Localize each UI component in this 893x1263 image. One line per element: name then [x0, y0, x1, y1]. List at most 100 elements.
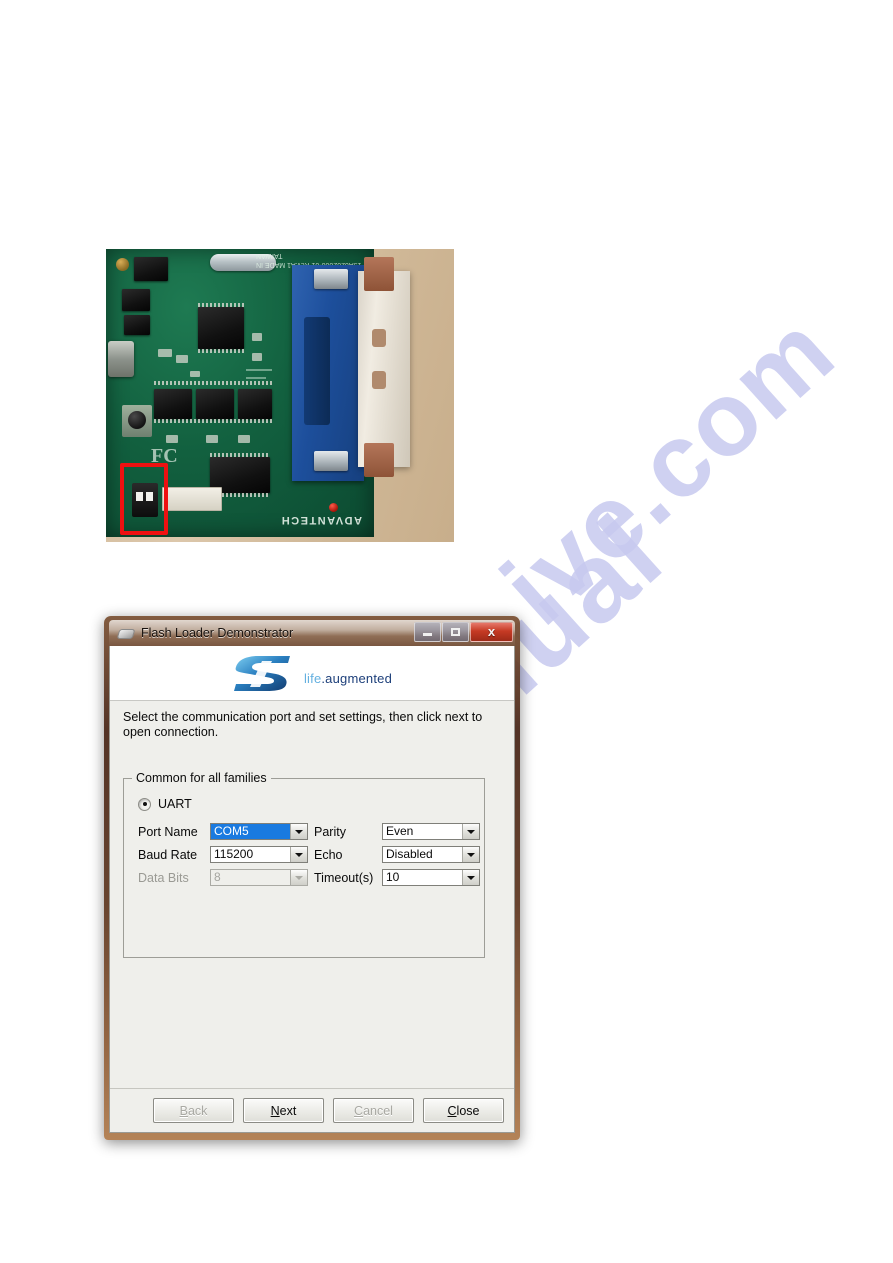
mounting-screw: [116, 258, 129, 271]
smd-pad: [252, 333, 262, 341]
chip-pins: [198, 349, 244, 353]
minimize-button[interactable]: [414, 621, 441, 642]
window-titlebar[interactable]: Flash Loader Demonstrator x: [109, 620, 515, 646]
shell-hole: [372, 371, 386, 389]
uart-radio-row[interactable]: UART: [138, 797, 192, 811]
port-name-label: Port Name: [138, 824, 198, 839]
back-button-label: Back: [179, 1103, 208, 1118]
dialog-client-area: life.augmented Select the communication …: [109, 646, 515, 1133]
baud-rate-select[interactable]: 115200: [210, 846, 308, 863]
uart-radio-button[interactable]: [138, 797, 151, 811]
next-button-label: Next: [270, 1103, 297, 1118]
echo-value: Disabled: [386, 847, 433, 861]
window-controls: x: [413, 621, 513, 642]
tagline-augmented: .augmented: [321, 670, 393, 686]
baud-rate-label: Baud Rate: [138, 847, 198, 862]
ribbon-connector: [162, 487, 222, 511]
smd-pad: [176, 355, 188, 363]
chevron-down-icon[interactable]: [290, 824, 307, 839]
st-logo: [232, 653, 296, 693]
window-title: Flash Loader Demonstrator: [141, 626, 294, 640]
chip-pins: [210, 453, 270, 457]
echo-label: Echo: [314, 847, 343, 862]
circuit-board: FC ADVANTECH 19A6202000-01 Rev.A1 MADE I…: [106, 249, 374, 537]
dip-toggle: [146, 492, 153, 501]
watermark-text-2: ive.com: [480, 292, 857, 647]
chevron-down-icon[interactable]: [462, 824, 479, 839]
document-page: manual ive.com: [0, 0, 893, 1263]
dsub-connector: [292, 265, 364, 481]
st-tagline: life.augmented: [304, 671, 392, 686]
port-name-value: COM5: [211, 824, 290, 839]
silkscreen-line: [246, 377, 266, 379]
pcb-photo: FC ADVANTECH 19A6202000-01 Rev.A1 MADE I…: [106, 249, 454, 542]
timeout-value: 10: [386, 870, 400, 884]
common-for-all-families-group: Common for all families UART Port Name C…: [123, 771, 485, 958]
data-bits-row: Data Bits 8: [138, 869, 308, 886]
dsub-retention-tab: [314, 451, 348, 471]
ic-chip: [134, 257, 168, 281]
ic-chip: [238, 389, 272, 419]
port-name-row: Port Name COM5: [138, 823, 308, 840]
smd-pad: [158, 349, 172, 357]
uart-radio-label: UART: [158, 797, 192, 811]
chevron-down-icon[interactable]: [462, 847, 479, 862]
cancel-button[interactable]: Cancel: [333, 1098, 414, 1123]
baud-rate-value: 115200: [214, 847, 254, 861]
maximize-button[interactable]: [442, 621, 469, 642]
smd-pad: [238, 435, 250, 443]
dsub-metal-shell: [358, 257, 410, 477]
dip-toggle: [136, 492, 143, 501]
chevron-down-icon: [290, 870, 307, 885]
timeout-label: Timeout(s): [314, 870, 374, 885]
chip-pins: [154, 419, 272, 423]
shell-hole: [372, 329, 386, 347]
groupbox-title: Common for all families: [132, 771, 271, 785]
red-highlight-box: [120, 463, 168, 535]
parity-row: Parity Even: [314, 823, 480, 840]
ic-chip: [124, 315, 150, 335]
shell-copper-tab: [364, 443, 394, 477]
chip-icon: [117, 626, 135, 640]
close-button[interactable]: x: [470, 621, 513, 642]
close-dialog-button[interactable]: Close: [423, 1098, 504, 1123]
micro-usb-connector: [108, 341, 134, 377]
timeout-select[interactable]: 10: [382, 869, 480, 886]
parity-label: Parity: [314, 824, 346, 839]
smd-pad: [190, 371, 200, 377]
status-led: [329, 503, 338, 512]
baud-rate-row: Baud Rate 115200: [138, 846, 308, 863]
cancel-button-label: Cancel: [354, 1103, 393, 1118]
silkscreen-line: [246, 369, 272, 371]
board-brand-label: ADVANTECH: [280, 514, 362, 526]
echo-row: Echo Disabled: [314, 846, 480, 863]
chip-pins: [198, 303, 244, 307]
echo-select[interactable]: Disabled: [382, 846, 480, 863]
instruction-text: Select the communication port and set se…: [123, 710, 483, 739]
mcu-chip: [198, 307, 244, 349]
dip-switch-sw2: [132, 483, 158, 517]
flash-loader-window: Flash Loader Demonstrator x life.augment…: [104, 616, 520, 1140]
timeout-row: Timeout(s) 10: [314, 869, 480, 886]
parity-value: Even: [386, 824, 414, 838]
smd-pad: [252, 353, 262, 361]
port-name-select[interactable]: COM5: [210, 823, 308, 840]
next-button[interactable]: Next: [243, 1098, 324, 1123]
dsub-retention-tab: [314, 269, 348, 289]
reset-push-button: [122, 405, 152, 437]
chevron-down-icon[interactable]: [290, 847, 307, 862]
smd-pad: [166, 435, 178, 443]
dsub-slot: [304, 317, 330, 425]
tagline-life: life: [303, 670, 322, 686]
parity-select[interactable]: Even: [382, 823, 480, 840]
ic-chip: [122, 289, 150, 311]
back-button[interactable]: Back: [153, 1098, 234, 1123]
chevron-down-icon[interactable]: [462, 870, 479, 885]
close-dialog-button-label: Close: [447, 1103, 480, 1118]
smd-pad: [206, 435, 218, 443]
data-bits-select: 8: [210, 869, 308, 886]
chip-pins: [154, 381, 272, 385]
ic-chip: [154, 389, 192, 419]
data-bits-label: Data Bits: [138, 870, 189, 885]
ic-chip: [196, 389, 234, 419]
